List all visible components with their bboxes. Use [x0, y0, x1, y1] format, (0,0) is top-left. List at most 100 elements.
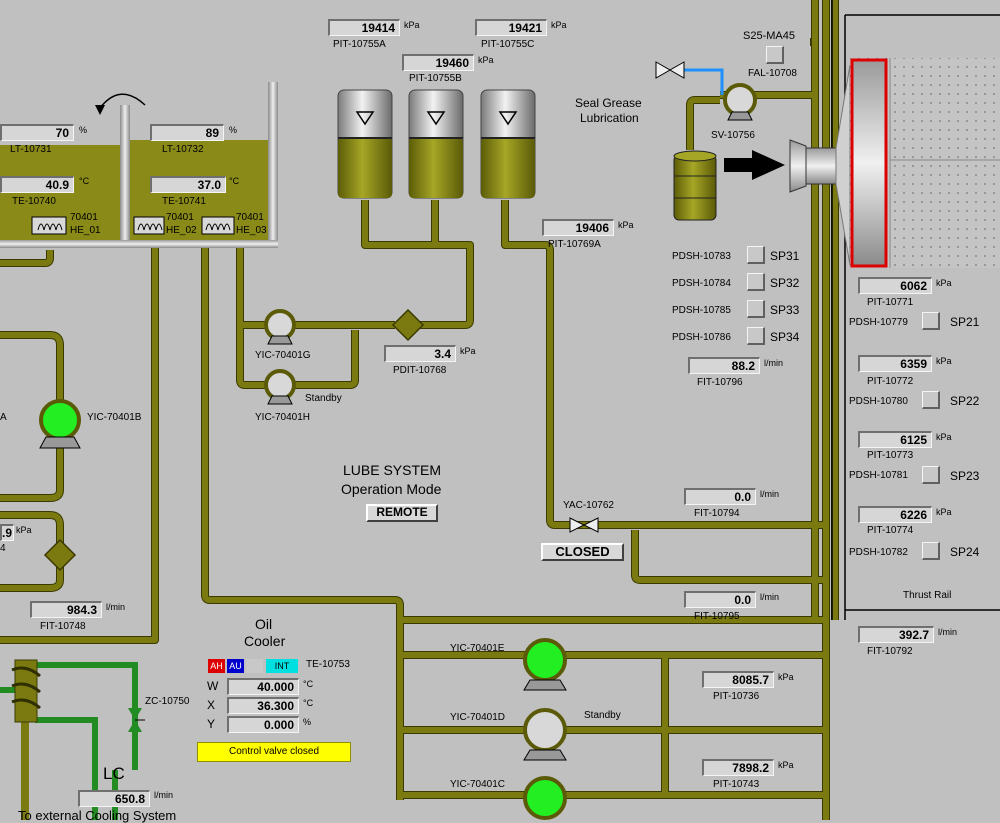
operation-mode-label: Operation Mode: [341, 481, 442, 497]
lt-10732-unit: %: [229, 125, 238, 135]
pdsh-10781-tag: PDSH-10781: [849, 470, 908, 481]
pit-10772-tag: PIT-10772: [867, 376, 914, 387]
he-02-tag1: 70401: [166, 212, 194, 223]
he-03-tag2: HE_03: [236, 225, 267, 236]
pit-10755a-value: 19414: [328, 19, 400, 36]
pit-10769a-unit: kPa: [618, 220, 634, 230]
control-valve-icon: [128, 708, 145, 732]
x-value: 36.300: [227, 697, 299, 714]
pump-icon: [723, 83, 757, 121]
pit-10755c-unit: kPa: [551, 20, 567, 30]
pdsh-10783-tag: PDSH-10783: [672, 251, 731, 262]
black-arrow-icon: [724, 150, 785, 180]
pdsh-10780-indicator[interactable]: [922, 391, 940, 409]
pdsh-10785-indicator[interactable]: [747, 300, 765, 318]
he-03-tag1: 70401: [236, 212, 264, 223]
fit-10792-unit: l/min: [938, 627, 958, 637]
fal-10708-indicator[interactable]: [766, 46, 784, 64]
pdsh-10786-indicator[interactable]: [747, 327, 765, 345]
te-10741-tag: TE-10741: [162, 196, 206, 207]
fit-10794-value: 0.0: [684, 488, 756, 505]
yac-10762-state-button[interactable]: CLOSED: [541, 543, 624, 561]
oil-cooler-title-2: Cooler: [244, 633, 286, 649]
sp31-label: SP31: [770, 249, 800, 263]
fit-10795-tag: FIT-10795: [694, 611, 740, 622]
fit-10748-value: 984.3: [30, 601, 102, 618]
pit-10755b-value: 19460: [402, 54, 474, 71]
left-tag-fragment-a: A: [0, 412, 7, 423]
alarm-au-flag[interactable]: AU: [227, 659, 244, 673]
yic-70401d-tag: YIC-70401D: [450, 712, 506, 723]
sp24-label: SP24: [950, 545, 980, 559]
pit-10774-unit: kPa: [936, 507, 952, 517]
lc-label: LC: [103, 764, 125, 783]
pdsh-10784-tag: PDSH-10784: [672, 278, 731, 289]
pdit-10768-value: 3.4: [384, 345, 456, 362]
pit-10771-tag: PIT-10771: [867, 297, 914, 308]
lube-system-title: LUBE SYSTEM: [343, 462, 442, 478]
pdsh-10782-indicator[interactable]: [922, 542, 940, 560]
heat-exchanger-icon: [11, 659, 41, 723]
seal-grease-title-2: Lubrication: [580, 111, 639, 125]
yic-70401g-tag: YIC-70401G: [255, 350, 311, 361]
te-10740-value: 40.9: [0, 176, 74, 193]
te-10753-tag: TE-10753: [306, 659, 350, 670]
pit-10743-unit: kPa: [778, 760, 794, 770]
fit-10795-value: 0.0: [684, 591, 756, 608]
pit-10771-unit: kPa: [936, 278, 952, 288]
pump-icon: [523, 638, 567, 820]
sv-10756-tag: SV-10756: [711, 130, 755, 141]
alarm-ah-flag[interactable]: AH: [208, 659, 225, 673]
lt-10731-tag: LT-10731: [10, 144, 52, 155]
zc-10750-tag: ZC-10750: [145, 696, 190, 707]
seal-grease-title-1: Seal Grease: [575, 96, 642, 110]
pit-10736-tag: PIT-10736: [713, 691, 760, 702]
pit-10755c-value: 19421: [475, 19, 547, 36]
pit-10773-tag: PIT-10773: [867, 450, 914, 461]
int-mode-flag[interactable]: INT: [266, 659, 298, 673]
pit-10774-value: 6226: [858, 506, 932, 523]
accumulator-tanks: [337, 89, 536, 199]
standby-label-bottom: Standby: [584, 710, 621, 721]
sp34-label: SP34: [770, 330, 800, 344]
lt-10731-value: 70: [0, 124, 74, 141]
left-kpa-unit: kPa: [16, 525, 32, 535]
oil-cooler-title-1: Oil: [255, 616, 273, 632]
pit-10743-tag: PIT-10743: [713, 779, 760, 790]
pit-10769a-tag: PIT-10769A: [548, 239, 601, 250]
pdsh-10781-indicator[interactable]: [922, 466, 940, 484]
lt-10731-unit: %: [79, 125, 88, 135]
sp33-label: SP33: [770, 303, 800, 317]
grease-line: [680, 68, 724, 95]
fit-10748-tag: FIT-10748: [40, 621, 86, 632]
pit-10772-unit: kPa: [936, 356, 952, 366]
w-unit: °C: [303, 679, 314, 689]
he-01-tag1: 70401: [70, 212, 98, 223]
sp23-label: SP23: [950, 469, 980, 483]
pit-10774-tag: PIT-10774: [867, 525, 914, 536]
thrust-bearing: [850, 58, 1000, 268]
te-10741-unit: °C: [229, 176, 240, 186]
pdsh-10779-indicator[interactable]: [922, 312, 940, 330]
pit-10755c-tag: PIT-10755C: [481, 39, 535, 50]
pit-10743-value: 7898.2: [702, 759, 774, 776]
yac-10762-tag: YAC-10762: [563, 500, 614, 511]
x-unit: °C: [303, 698, 314, 708]
fal-10708-tag: FAL-10708: [748, 68, 797, 79]
pdsh-10780-tag: PDSH-10780: [849, 396, 908, 407]
lt-10732-tag: LT-10732: [162, 144, 204, 155]
blank-flag: [246, 659, 263, 673]
pdsh-10784-indicator[interactable]: [747, 273, 765, 291]
yic-70401e-tag: YIC-70401E: [450, 643, 505, 654]
y-unit: %: [303, 717, 312, 727]
sp22-label: SP22: [950, 394, 980, 408]
fit-10748-unit: l/min: [106, 602, 126, 612]
operation-mode-button[interactable]: REMOTE: [366, 504, 438, 522]
cooling-flow-value: 650.8: [78, 790, 150, 807]
pdsh-10779-tag: PDSH-10779: [849, 317, 908, 328]
s25-ma45-label: S25-MA45: [743, 30, 795, 42]
sp32-label: SP32: [770, 276, 800, 290]
pdsh-10783-indicator[interactable]: [747, 246, 765, 264]
fit-10794-unit: l/min: [760, 489, 780, 499]
pit-10755a-unit: kPa: [404, 20, 420, 30]
